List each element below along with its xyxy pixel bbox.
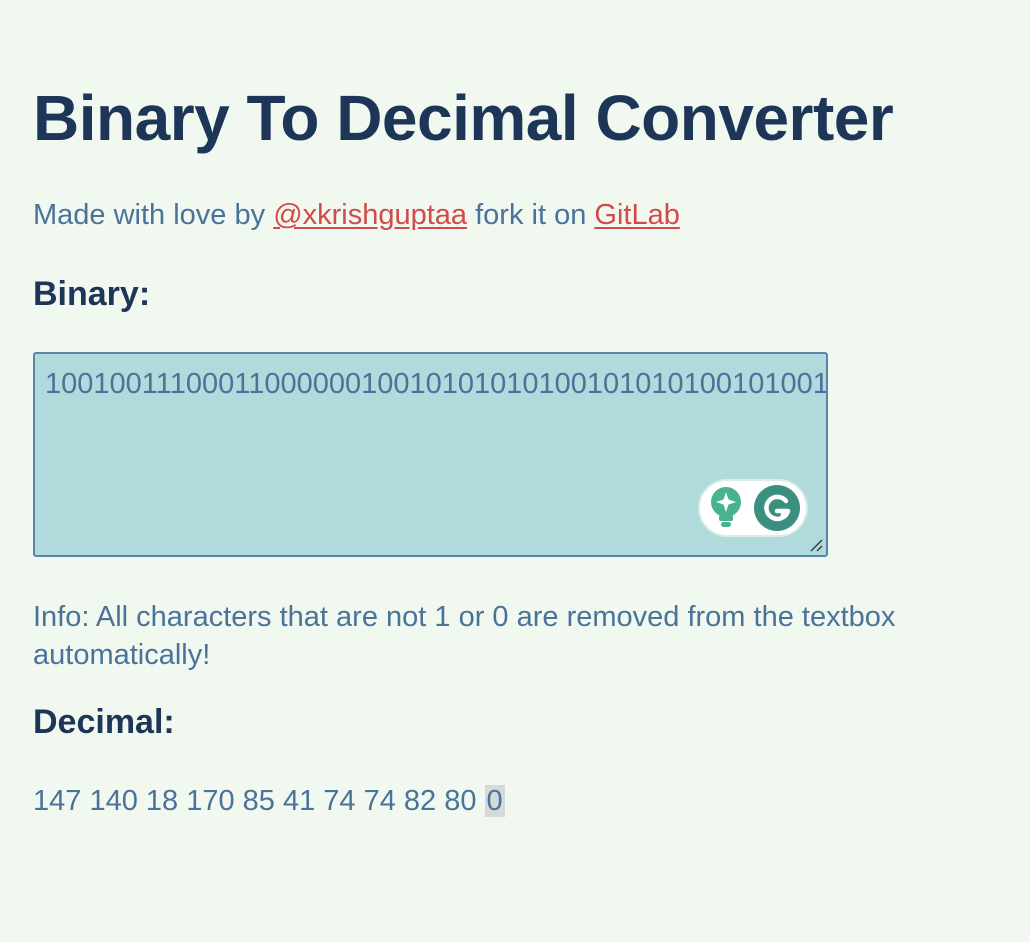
credit-line: Made with love by @xkrishguptaa fork it … [33,197,680,233]
resize-handle-icon[interactable] [808,537,824,553]
decimal-output: 147 140 18 170 85 41 74 74 82 80 0 [33,782,505,820]
grammarly-widget[interactable] [698,479,808,537]
grammarly-g-icon[interactable] [753,484,801,532]
page-title: Binary To Decimal Converter [33,82,894,154]
info-text: Info: All characters that are not 1 or 0… [33,601,896,671]
lightbulb-sparkle-icon[interactable] [709,486,743,530]
gitlab-link[interactable]: GitLab [594,199,679,231]
decimal-values: 147 140 18 170 85 41 74 74 82 80 [33,785,477,817]
author-link[interactable]: @xkrishguptaa [273,199,467,231]
decimal-last-value: 0 [484,785,505,817]
credit-prefix: Made with love by [33,199,266,231]
decimal-heading: Decimal: [33,703,175,741]
binary-heading: Binary: [33,275,151,313]
binary-textbox-container: 1001001110001100000010010101010100101010… [33,352,828,557]
credit-middle: fork it on [475,199,587,231]
